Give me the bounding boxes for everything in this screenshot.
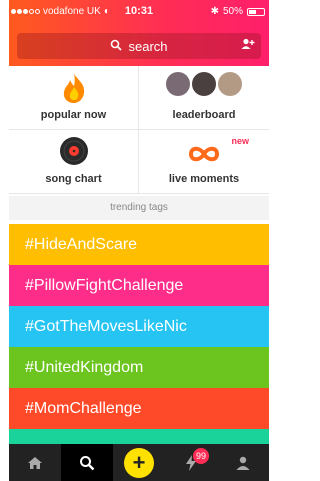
- profile-icon: [236, 456, 250, 470]
- feature-tiles: popular now leaderboard song chart new l…: [9, 66, 269, 194]
- tab-notifications[interactable]: 99: [165, 444, 217, 481]
- search-icon: [80, 455, 95, 470]
- tile-popular-now[interactable]: popular now: [9, 66, 139, 130]
- tile-live-moments[interactable]: new live moments: [139, 130, 269, 194]
- tag-row[interactable]: #UnitedKingdom: [9, 347, 269, 388]
- flame-icon: [9, 72, 138, 104]
- home-icon: [28, 456, 42, 469]
- search-icon: [110, 39, 123, 54]
- plus-icon: +: [124, 447, 154, 478]
- tile-song-chart[interactable]: song chart: [9, 130, 139, 194]
- tag-row-partial[interactable]: [9, 429, 269, 444]
- status-bar: vodafone UK ◐ 10:31 ✱ 50%: [9, 0, 269, 22]
- tab-bar: + 99: [9, 444, 269, 481]
- avatar: [166, 72, 190, 96]
- notification-badge: 99: [193, 448, 209, 464]
- trending-tags-heading: trending tags: [9, 196, 269, 220]
- tile-label: song chart: [45, 173, 102, 185]
- tag-row[interactable]: #HideAndScare: [9, 224, 269, 265]
- battery-label: 50%: [222, 6, 243, 17]
- tab-add[interactable]: +: [113, 444, 165, 481]
- new-badge: new: [231, 136, 249, 146]
- tile-label: popular now: [40, 109, 107, 121]
- search-placeholder: search: [128, 38, 168, 54]
- tab-search[interactable]: [61, 444, 113, 481]
- avatars-icon: [139, 72, 269, 96]
- tile-label: leaderboard: [172, 109, 236, 121]
- tag-row[interactable]: #PillowFightChallenge: [9, 265, 269, 306]
- tile-label: live moments: [168, 173, 240, 185]
- infinity-icon: [139, 136, 269, 164]
- tab-profile[interactable]: [217, 444, 269, 481]
- tag-row[interactable]: #MomChallenge: [9, 388, 269, 429]
- tab-home[interactable]: [9, 444, 61, 481]
- vinyl-icon: [9, 136, 138, 166]
- bluetooth-icon: ✱: [210, 6, 219, 17]
- tag-row[interactable]: #GotTheMovesLikeNic: [9, 306, 269, 347]
- battery-icon: [247, 7, 265, 16]
- avatar: [192, 72, 216, 96]
- search-bar[interactable]: search: [17, 33, 261, 59]
- avatar: [218, 72, 242, 96]
- app-screen: vodafone UK ◐ 10:31 ✱ 50% search popular…: [9, 0, 269, 481]
- status-right: ✱ 50%: [211, 6, 265, 17]
- tile-leaderboard[interactable]: leaderboard: [139, 66, 269, 130]
- header: vodafone UK ◐ 10:31 ✱ 50% search: [9, 0, 269, 66]
- add-friend-icon[interactable]: [241, 38, 255, 53]
